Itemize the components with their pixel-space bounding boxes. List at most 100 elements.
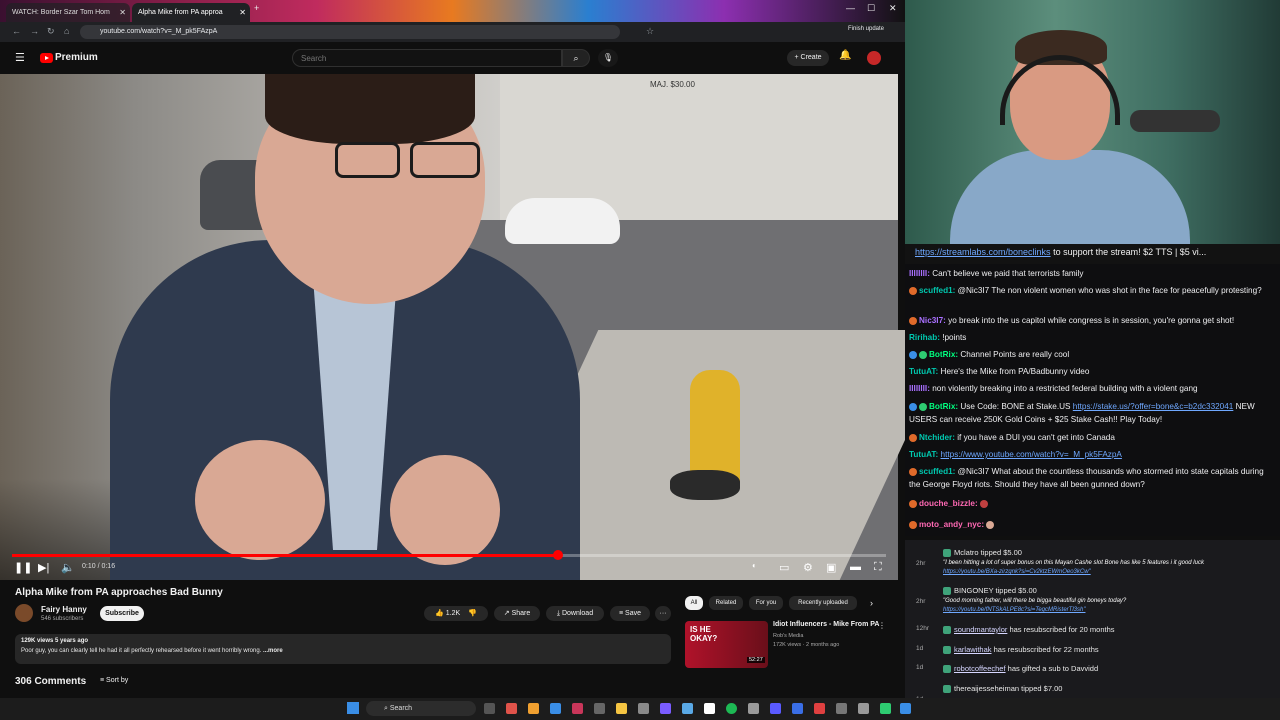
search-icon[interactable]: ⌕ bbox=[562, 49, 590, 67]
event-user[interactable]: thereaijesseheiman bbox=[954, 684, 1019, 693]
discord-icon[interactable] bbox=[660, 703, 671, 714]
finish-update-button[interactable]: Finish update bbox=[848, 26, 884, 32]
save-icon: ≡ bbox=[618, 610, 624, 617]
chat-link[interactable]: https://stake.us/?offer=bone&c=b2dc33204… bbox=[1073, 402, 1234, 411]
app-icon[interactable] bbox=[704, 703, 715, 714]
event-link[interactable]: https://youtu.be/BXa-zirzgnk?si=Cv2ktzEW… bbox=[943, 569, 1091, 575]
rec-more-icon[interactable]: ⋮ bbox=[878, 621, 886, 630]
app-icon[interactable] bbox=[506, 703, 517, 714]
event-user[interactable]: karlawithak bbox=[954, 645, 992, 654]
share-button[interactable]: ↗ Share bbox=[494, 606, 540, 621]
more-actions-button[interactable]: ··· bbox=[655, 606, 671, 621]
chat-username[interactable]: IIIIIIII: bbox=[909, 269, 930, 278]
captions-icon[interactable]: ▭ bbox=[779, 561, 789, 574]
account-avatar[interactable] bbox=[867, 51, 881, 65]
minimize-icon[interactable]: — bbox=[846, 3, 855, 13]
close-tab-icon[interactable]: ✕ bbox=[119, 3, 126, 22]
forward-icon[interactable]: → bbox=[30, 26, 39, 36]
reload-icon[interactable]: ↻ bbox=[47, 26, 55, 37]
app-icon[interactable] bbox=[550, 703, 561, 714]
subscribe-button[interactable]: Subscribe bbox=[100, 606, 144, 621]
windows-start-icon[interactable] bbox=[347, 702, 359, 714]
taskbar-search[interactable]: ⌕ Search bbox=[366, 701, 476, 716]
new-tab-icon[interactable]: + bbox=[254, 3, 259, 13]
bookmark-star-icon[interactable]: ☆ bbox=[646, 26, 654, 37]
app-icon[interactable] bbox=[814, 703, 825, 714]
chat-username[interactable]: douche_bizzle: bbox=[919, 499, 978, 508]
fullscreen-icon[interactable]: ⛶ bbox=[874, 561, 882, 574]
app-icon[interactable] bbox=[572, 703, 583, 714]
app-icon[interactable] bbox=[880, 703, 891, 714]
menu-icon[interactable]: ☰ bbox=[15, 51, 25, 64]
event-user[interactable]: BINGONEY bbox=[954, 586, 993, 595]
app-icon[interactable] bbox=[638, 703, 649, 714]
create-button[interactable]: + Create bbox=[787, 50, 829, 66]
address-bar[interactable]: youtube.com/watch?v=_M_pk5FAzpA bbox=[80, 25, 620, 39]
autoplay-toggle[interactable]: ◐ bbox=[752, 561, 757, 570]
save-button[interactable]: ≡ Save bbox=[610, 606, 650, 621]
chat-username[interactable]: Ntchider: bbox=[919, 433, 955, 442]
chat-link[interactable]: https://www.youtube.com/watch?v=_M_pk5FA… bbox=[941, 450, 1122, 459]
dislike-icon[interactable]: 👎 bbox=[468, 610, 477, 617]
event-user[interactable]: soundmantaylor bbox=[954, 625, 1007, 634]
notifications-bell-icon[interactable]: 🔔 bbox=[839, 50, 851, 61]
chip-for-you[interactable]: For you bbox=[749, 596, 783, 610]
rec-video-channel[interactable]: Rob's Media bbox=[773, 633, 803, 639]
close-window-icon[interactable]: ✕ bbox=[889, 3, 897, 14]
spotify-icon[interactable] bbox=[726, 703, 737, 714]
chat-username[interactable]: BotRix: bbox=[929, 402, 958, 411]
video-person-glasses bbox=[410, 142, 480, 178]
theater-mode-icon[interactable]: ▬ bbox=[850, 561, 861, 573]
chip-recently-uploaded[interactable]: Recently uploaded bbox=[789, 596, 857, 610]
chrome-icon[interactable] bbox=[528, 703, 539, 714]
task-view-icon[interactable] bbox=[484, 703, 495, 714]
like-icon[interactable]: 👍 bbox=[435, 610, 444, 617]
app-icon[interactable] bbox=[836, 703, 847, 714]
app-icon[interactable] bbox=[594, 703, 605, 714]
app-icon[interactable] bbox=[792, 703, 803, 714]
app-icon[interactable] bbox=[858, 703, 869, 714]
chat-username[interactable]: TutuAT: bbox=[909, 367, 938, 376]
description-more-link[interactable]: ...more bbox=[263, 648, 283, 654]
app-icon[interactable] bbox=[748, 703, 759, 714]
channel-avatar[interactable] bbox=[15, 604, 33, 622]
maximize-icon[interactable]: ☐ bbox=[867, 3, 875, 14]
chat-username[interactable]: IIIIIIII: bbox=[909, 384, 930, 393]
rec-video-title[interactable]: Idiot Influencers - Mike From PA bbox=[773, 621, 883, 628]
microphone-icon[interactable]: 🎙 bbox=[598, 49, 618, 67]
event-user[interactable]: Mclatro bbox=[954, 548, 979, 557]
search-input[interactable] bbox=[292, 49, 562, 67]
chat-username[interactable]: scuffed1: bbox=[919, 286, 955, 295]
volume-icon[interactable]: 🔈 bbox=[61, 561, 75, 574]
app-icon[interactable] bbox=[682, 703, 693, 714]
event-user[interactable]: robotcoffeechef bbox=[954, 664, 1006, 673]
download-button[interactable]: ⤓ Download bbox=[546, 606, 604, 621]
banner-link[interactable]: https://streamlabs.com/boneclinks bbox=[915, 247, 1051, 257]
close-tab-icon[interactable]: ✕ bbox=[239, 3, 246, 22]
event-body: Mclatro tipped $5.00 "I been hitting a lo… bbox=[943, 548, 1278, 575]
like-count[interactable]: 1.2K bbox=[446, 610, 460, 617]
chat-username[interactable]: Nic3I7: bbox=[919, 316, 946, 325]
channel-name[interactable]: Fairy Hanny bbox=[41, 605, 87, 614]
chat-username[interactable]: scuffed1: bbox=[919, 467, 955, 476]
file-explorer-icon[interactable] bbox=[616, 703, 627, 714]
chip-related[interactable]: Related bbox=[709, 596, 743, 610]
browser-tab-1[interactable]: WATCH: Border Szar Tom Hom ✕ bbox=[6, 3, 130, 22]
back-icon[interactable]: ← bbox=[12, 26, 21, 36]
home-icon[interactable]: ⌂ bbox=[64, 26, 69, 36]
pause-icon[interactable]: ❚❚ bbox=[14, 561, 32, 574]
chat-username[interactable]: TutuAT: bbox=[909, 450, 938, 459]
chips-next-icon[interactable]: › bbox=[870, 598, 873, 608]
sort-comments-button[interactable]: ≡ Sort by bbox=[100, 677, 128, 684]
event-link[interactable]: https://youtu.be/fNTSkALPE8c?si=TegcMRis… bbox=[943, 607, 1085, 613]
chat-username[interactable]: BotRix: bbox=[929, 350, 958, 359]
app-icon[interactable] bbox=[900, 703, 911, 714]
chip-all[interactable]: All bbox=[685, 596, 703, 610]
app-icon[interactable] bbox=[770, 703, 781, 714]
settings-gear-icon[interactable]: ⚙ bbox=[803, 561, 813, 574]
miniplayer-icon[interactable]: ▣ bbox=[826, 561, 836, 574]
chat-username[interactable]: moto_andy_nyc: bbox=[919, 520, 984, 529]
next-icon[interactable]: ▶| bbox=[38, 561, 49, 574]
chat-username[interactable]: Ririhab: bbox=[909, 333, 940, 342]
browser-tab-2[interactable]: Alpha Mike from PA approa ✕ bbox=[132, 3, 250, 22]
